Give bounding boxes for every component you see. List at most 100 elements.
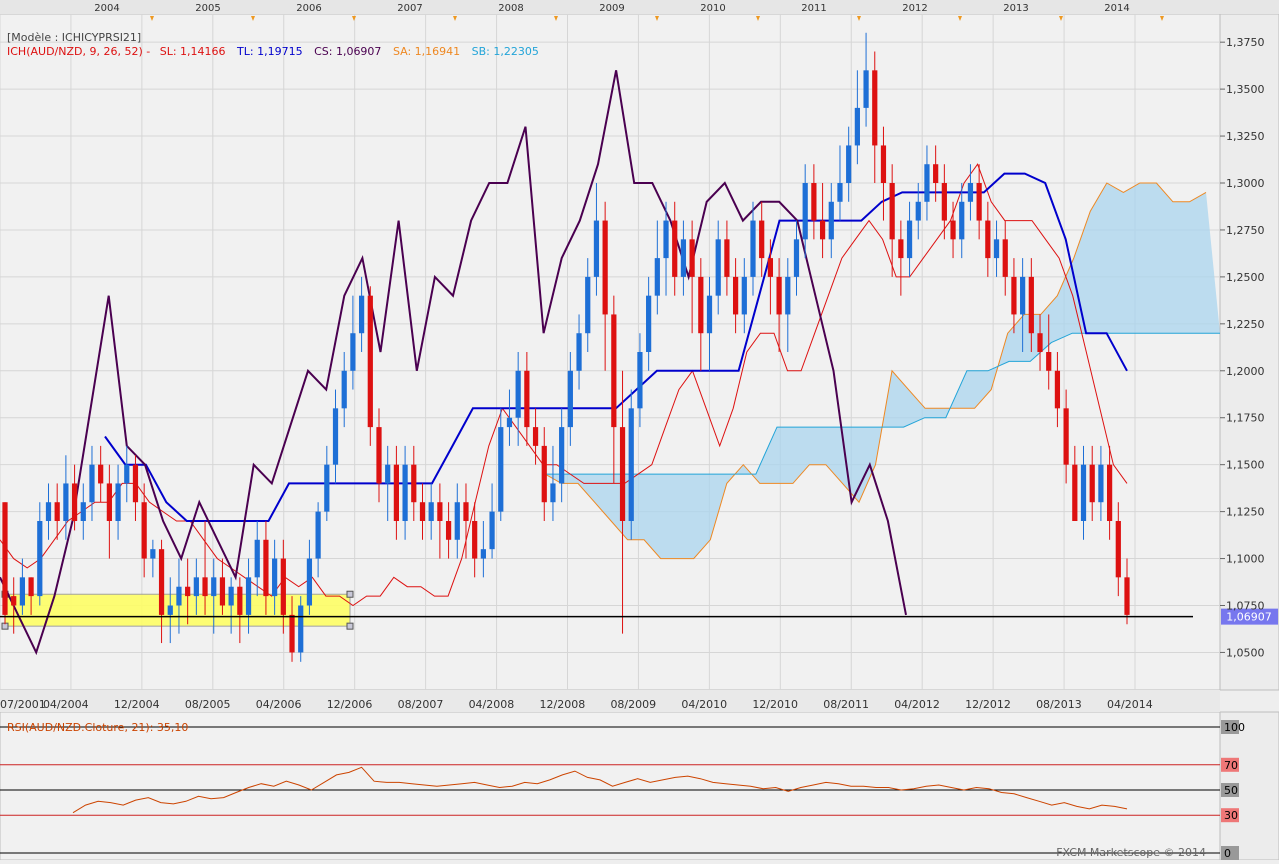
candle-body [715, 239, 721, 296]
price-tick-label: 1,1500 [1226, 459, 1265, 472]
candle-body [898, 239, 904, 259]
candle-body [732, 276, 739, 315]
candle-body [437, 502, 443, 521]
candle-body [89, 464, 95, 503]
date-tick-label: 08/2011 [823, 698, 869, 711]
price-tick-label: 1,0500 [1226, 646, 1265, 659]
top-date-strip [0, 0, 1279, 14]
candle-body [924, 164, 930, 202]
candle-body [1011, 276, 1017, 315]
candle-body [54, 502, 60, 521]
candle-body [132, 464, 139, 503]
candle-body [176, 586, 182, 606]
candle-body [115, 483, 121, 521]
candle-body [1115, 521, 1121, 578]
copyright: FXCM Marketscope © 2014 [1056, 846, 1206, 859]
year-tick-label: 2004 [94, 3, 119, 14]
date-tick-label: 12/2008 [540, 698, 586, 711]
candle-body [254, 539, 260, 578]
candle-body [993, 239, 1000, 259]
candle-body [263, 539, 269, 597]
year-tick-label: 2010 [700, 3, 725, 14]
resize-handle[interactable] [346, 590, 354, 598]
candle-body [837, 183, 843, 202]
candle-body [541, 445, 547, 503]
year-tick-label: 2007 [397, 3, 422, 14]
candle-body [802, 183, 808, 240]
date-tick-label: 08/2009 [610, 698, 656, 711]
rsi-level-label: 0 [1224, 847, 1231, 860]
candle-body [906, 220, 913, 259]
candle-body [141, 502, 147, 559]
price-tick-label: 1,3250 [1226, 130, 1265, 143]
date-tick-label: 12/2006 [327, 698, 373, 711]
candle-body [1037, 333, 1043, 352]
candle-body [1054, 370, 1061, 409]
resize-handle[interactable] [346, 622, 354, 630]
candle-body [637, 352, 643, 409]
candle-body [985, 220, 991, 259]
candle-body [880, 145, 887, 183]
candle-body [967, 183, 974, 202]
price-tick-label: 1,2250 [1226, 318, 1265, 331]
chart-svg: 1,06907 1,0500 1,0750 1,1000 1,1250 1,1500 1,… [0, 0, 1279, 861]
candle-body [532, 427, 539, 446]
date-tick-label: 08/2013 [1036, 698, 1082, 711]
date-tick-label: 08/2005 [185, 698, 231, 711]
candle-body [698, 276, 704, 334]
candle-body [811, 183, 817, 221]
candle-body [941, 183, 947, 221]
candle-body [872, 70, 878, 146]
candle-body [376, 427, 382, 484]
candle-body [593, 220, 600, 277]
rsi-level-label: 50 [1224, 784, 1238, 797]
candle-body [228, 586, 234, 606]
tl-value: TL: 1,19715 [236, 45, 303, 58]
candle-body [689, 239, 695, 277]
candle-body [385, 464, 391, 484]
price-tick-label: 1,0750 [1226, 600, 1265, 613]
date-tick-label: 07/2001 [0, 698, 46, 711]
candle-body [393, 464, 400, 521]
price-axis-panel[interactable] [1219, 13, 1279, 691]
candle-body [480, 549, 486, 559]
model-label: [Modèle : ICHICYPRSI21] [7, 31, 141, 44]
candle-body [706, 295, 713, 334]
candle-body [498, 427, 504, 512]
candle-body [724, 239, 730, 277]
year-tick-label: 2014 [1104, 3, 1129, 14]
candle-body [211, 577, 217, 597]
candle-body [602, 220, 608, 315]
candle-body [524, 370, 530, 428]
candle-body [71, 483, 78, 521]
candle-body [1106, 464, 1113, 521]
candle-body [280, 558, 286, 615]
candle-body [167, 605, 173, 615]
cs-value: CS: 1,06907 [314, 45, 381, 58]
candle-body [289, 614, 295, 653]
candle-body [341, 370, 347, 409]
candle-body [124, 464, 130, 484]
price-tick-label: 1,1750 [1226, 412, 1265, 425]
date-tick-label: 04/2008 [469, 698, 515, 711]
candle-body [472, 521, 478, 559]
year-tick-label: 2005 [195, 3, 220, 14]
candle-body [428, 502, 434, 521]
candle-body [646, 295, 652, 352]
price-tick-label: 1,1000 [1226, 553, 1265, 566]
candle-body [759, 220, 765, 259]
rsi-level-label: 100 [1224, 721, 1245, 734]
candle-body [567, 370, 573, 428]
candle-body [793, 239, 800, 277]
candle-body [672, 220, 678, 277]
date-tick-label: 12/2004 [114, 698, 160, 711]
candle-body [1124, 577, 1130, 615]
candle-body [411, 464, 417, 503]
rsi-level-label: 30 [1224, 809, 1238, 822]
candle-body [19, 577, 26, 606]
indicator-label: ICH(AUD/NZD, 9, 26, 52) - [7, 45, 150, 58]
candle-body [1089, 464, 1095, 503]
candle-body [419, 502, 426, 521]
candle-body [158, 549, 165, 615]
candle-body [37, 521, 43, 597]
